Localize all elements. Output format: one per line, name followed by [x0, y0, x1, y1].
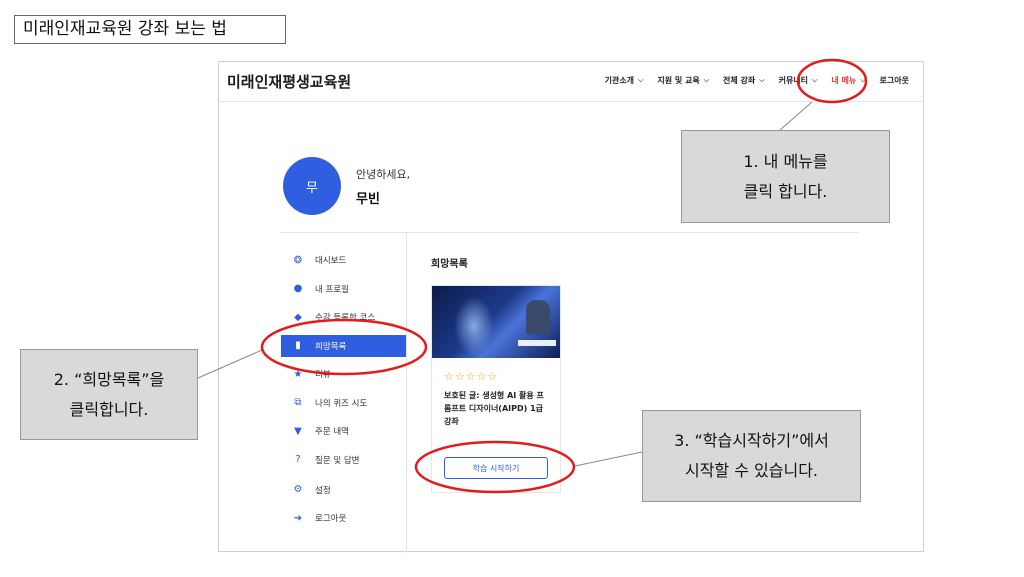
instructor-image [526, 300, 550, 334]
callout-text: 클릭합니다. [69, 399, 149, 419]
cart-icon: ▼ [294, 425, 302, 437]
logout-link[interactable]: 로그아웃 [880, 75, 909, 86]
sidebar-item-label: 나의 퀴즈 시도 [315, 398, 368, 409]
sidebar-item-qna[interactable]: ? 질문 및 답변 [281, 449, 406, 471]
logout-icon: ➜ [293, 512, 303, 524]
sidebar-item-dashboard[interactable]: ❂ 대시보드 [281, 249, 406, 271]
callout-step-2: 2. “희망목록”을 클릭합니다. [20, 349, 198, 440]
menu-item-all-courses[interactable]: 전체 강좌 ⌵ [723, 75, 765, 86]
section-title: 희망목록 [431, 259, 468, 270]
callout-text: 시작할 수 있습니다. [684, 461, 819, 480]
sidebar: ❂ 대시보드 ● 내 프로필 ◆ 수강 등록한 코스 ▮ 희망목록 ★ 리뷰 ⧉… [281, 249, 406, 536]
star-icon: ★ [293, 368, 303, 380]
gear-icon: ⚙ [293, 484, 303, 495]
rating-stars: ☆☆☆☆☆ [444, 370, 499, 383]
sidebar-item-label: 로그아웃 [315, 514, 347, 524]
user-name: 무빈 [356, 191, 380, 207]
user-icon: ● [293, 283, 303, 294]
chevron-down-icon: ⌵ [812, 76, 818, 84]
avatar: 무 [283, 157, 341, 215]
menu-item-label: 전체 강좌 [723, 76, 756, 85]
quiz-icon: ⧉ [294, 397, 302, 408]
greeting-text: 안녕하세요, [356, 167, 411, 181]
sidebar-item-settings[interactable]: ⚙ 설정 [281, 479, 406, 501]
sidebar-item-label: 수강 등록한 코스 [315, 313, 376, 323]
site-logo[interactable]: 미래인재평생교육원 [227, 71, 351, 92]
top-navigation: 미래인재평생교육원 기관소개 ⌵ 지원 및 교육 ⌵ 전체 강좌 ⌵ 커뮤니티 … [219, 62, 923, 102]
chevron-down-icon: ⌵ [638, 76, 644, 84]
callout-text: 2. “희망목록”을 [53, 369, 165, 389]
bookmark-icon: ▮ [295, 340, 301, 351]
sidebar-item-profile[interactable]: ● 내 프로필 [281, 278, 406, 300]
sidebar-item-reviews[interactable]: ★ 리뷰 [281, 363, 406, 385]
divider [281, 232, 859, 233]
card-body: ☆☆☆☆☆ 보호된 글: 생성형 AI 활용 프롬프트 디자이너(AIPD) 1… [432, 358, 560, 428]
start-learning-button[interactable]: 학습 시작하기 [444, 457, 548, 479]
thumbnail-graphic [454, 296, 494, 356]
sidebar-item-orders[interactable]: ▼ 주문 내역 [281, 420, 406, 442]
menu-item-label: 지원 및 교육 [657, 76, 700, 85]
menu-item-label: 커뮤니티 [778, 76, 809, 85]
dashboard-icon: ❂ [293, 254, 303, 266]
course-card[interactable]: ☆☆☆☆☆ 보호된 글: 생성형 AI 활용 프롬프트 디자이너(AIPD) 1… [431, 285, 561, 493]
graduation-cap-icon: ◆ [294, 311, 302, 323]
sidebar-item-label: 주문 내역 [315, 427, 349, 437]
sidebar-item-label: 내 프로필 [315, 284, 349, 295]
sidebar-item-enrolled-courses[interactable]: ◆ 수강 등록한 코스 [281, 306, 406, 328]
callout-text: 3. “학습시작하기”에서 [674, 431, 829, 450]
sidebar-item-logout[interactable]: ➜ 로그아웃 [281, 507, 406, 529]
course-thumbnail[interactable] [432, 286, 560, 358]
chevron-down-icon: ⌵ [703, 76, 710, 84]
menu-item-about[interactable]: 기관소개 ⌵ [605, 75, 644, 86]
menu-item-support[interactable]: 지원 및 교육 ⌵ [657, 75, 709, 86]
sidebar-item-label: 설정 [315, 485, 331, 496]
menu-item-my-menu[interactable]: 내 메뉴 ⌵ [831, 75, 865, 86]
sidebar-item-quiz-attempts[interactable]: ⧉ 나의 퀴즈 시도 [281, 392, 406, 414]
chevron-down-icon: ⌵ [860, 76, 866, 84]
menu-item-label: 기관소개 [604, 76, 635, 85]
chevron-down-icon: ⌵ [759, 76, 765, 84]
sidebar-item-label: 질문 및 답변 [315, 455, 360, 466]
sidebar-item-label: 리뷰 [315, 370, 331, 380]
divider [406, 233, 407, 553]
thumbnail-caption [518, 340, 556, 346]
sidebar-item-label: 대시보드 [315, 256, 347, 266]
callout-step-1: 1. 내 메뉴를 클릭 합니다. [681, 130, 890, 223]
main-menu: 기관소개 ⌵ 지원 및 교육 ⌵ 전체 강좌 ⌵ 커뮤니티 ⌵ 내 메뉴 ⌵ 로… [591, 75, 909, 86]
sidebar-item-label: 희망목록 [315, 341, 347, 352]
menu-item-label: 내 메뉴 [831, 76, 857, 85]
greeting-block: 안녕하세요, 무빈 [356, 166, 410, 207]
callout-step-3: 3. “학습시작하기”에서 시작할 수 있습니다. [642, 410, 861, 502]
callout-text: 클릭 합니다. [743, 181, 828, 201]
question-icon: ? [295, 454, 301, 465]
sidebar-item-wishlist[interactable]: ▮ 희망목록 [281, 334, 406, 357]
course-title[interactable]: 보호된 글: 생성형 AI 활용 프롬프트 디자이너(AIPD) 1급 강좌 [444, 389, 548, 428]
menu-item-community[interactable]: 커뮤니티 ⌵ [779, 75, 818, 86]
slide-title: 미래인재교육원 강좌 보는 법 [14, 15, 286, 44]
profile-header: 무 안녕하세요, 무빈 [283, 157, 410, 215]
callout-text: 1. 내 메뉴를 [743, 151, 828, 171]
